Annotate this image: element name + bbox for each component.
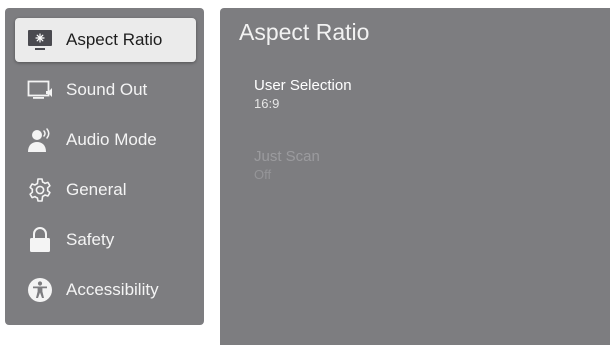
menu-item-accessibility[interactable]: Accessibility: [15, 268, 196, 312]
panel-title: Aspect Ratio: [239, 19, 370, 45]
menu-item-aspect-ratio[interactable]: Aspect Ratio: [15, 18, 196, 62]
menu-item-label: Audio Mode: [66, 130, 157, 149]
accessibility-icon: [25, 275, 55, 305]
gear-icon: [25, 175, 55, 205]
aspect-ratio-icon: [25, 25, 55, 55]
menu-item-label: General: [66, 180, 127, 199]
setting-value: 16:9: [254, 96, 280, 111]
setting-label: Just Scan: [254, 148, 320, 165]
settings-menu: Aspect Ratio Sound Out Audio Mode Genera…: [5, 8, 204, 325]
lock-icon: [25, 225, 55, 255]
menu-item-audio-mode[interactable]: Audio Mode: [15, 118, 196, 162]
aspect-ratio-panel: Aspect Ratio User Selection 16:9 Just Sc…: [220, 8, 610, 345]
menu-item-general[interactable]: General: [15, 168, 196, 212]
setting-value: Off: [254, 167, 272, 182]
menu-item-label: Aspect Ratio: [66, 30, 163, 49]
just-scan-setting: Just Scan Off: [254, 148, 554, 183]
menu-item-safety[interactable]: Safety: [15, 218, 196, 262]
sound-out-icon: [25, 75, 55, 105]
menu-item-sound-out[interactable]: Sound Out: [15, 68, 196, 112]
audio-mode-icon: [25, 125, 55, 155]
user-selection-setting[interactable]: User Selection 16:9: [254, 77, 554, 112]
setting-label: User Selection: [254, 77, 352, 94]
menu-item-label: Safety: [66, 230, 115, 249]
menu-item-label: Sound Out: [66, 80, 148, 99]
menu-item-label: Accessibility: [66, 280, 159, 299]
tv-settings-screen: Aspect Ratio Sound Out Audio Mode Genera…: [0, 0, 610, 345]
